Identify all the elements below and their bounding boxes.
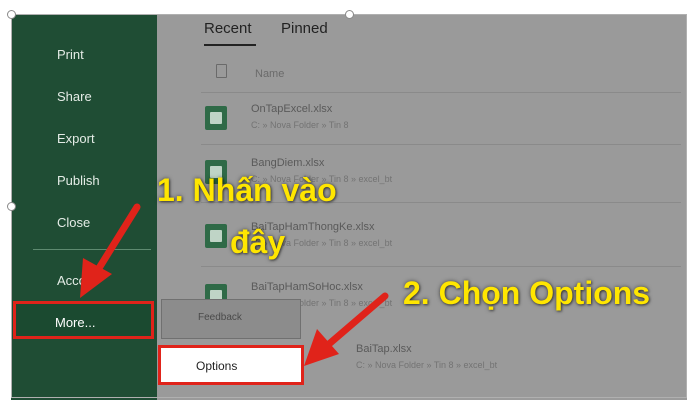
annotation-step1-line1: 1. Nhấn vào xyxy=(157,172,337,208)
arrow-to-options-icon xyxy=(304,292,389,366)
annotation-arrows xyxy=(80,203,389,366)
annotation-step2: 2. Chọn Options xyxy=(403,275,651,311)
annotation-step1-line2: đây xyxy=(230,224,286,260)
resize-handle[interactable] xyxy=(345,10,354,19)
resize-handle[interactable] xyxy=(7,10,16,19)
resize-handle[interactable] xyxy=(7,202,16,211)
arrow-to-more-icon xyxy=(80,203,141,298)
